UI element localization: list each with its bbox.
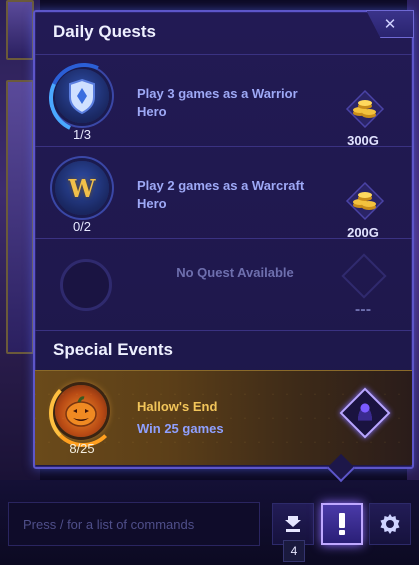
portrait-silhouette: [356, 402, 374, 421]
close-icon[interactable]: ✕: [384, 15, 397, 33]
quest-description: Play 3 games as a Warrior Hero: [137, 86, 298, 119]
download-arrow-icon: [285, 516, 301, 532]
gold-coins-icon: [345, 181, 385, 221]
special-event-row[interactable]: 8/25 Hallow's End Win 25 games: [35, 370, 412, 465]
portrait-reward-icon: [339, 387, 391, 439]
jack-o-lantern-icon: [49, 379, 117, 447]
background-frame: [6, 80, 34, 354]
warcraft-glyph: W: [68, 173, 96, 203]
settings-button[interactable]: [369, 503, 411, 545]
exclamation-icon: [339, 513, 345, 535]
no-quest-label: No Quest Available: [176, 265, 294, 280]
divider: [35, 330, 412, 331]
quest-progress: 0/2: [72, 219, 92, 234]
progress-arc: [49, 379, 117, 447]
gear-icon: [380, 514, 400, 534]
event-progress: 8/25: [69, 441, 95, 456]
background-frame: [6, 0, 34, 60]
event-description: Win 25 games: [137, 421, 224, 436]
quest-row[interactable]: W 0/2 Play 2 games as a Warcraft Hero 20…: [35, 147, 412, 240]
warcraft-w-icon: W: [55, 161, 109, 215]
warrior-shield-icon: [39, 53, 129, 143]
download-button[interactable]: [272, 503, 314, 545]
chat-input[interactable]: [8, 502, 260, 546]
quest-description: Play 2 games as a Warcraft Hero: [137, 178, 305, 211]
close-button[interactable]: ✕: [366, 10, 414, 38]
empty-quest-slot: [60, 259, 112, 311]
download-count-badge: 4: [283, 540, 305, 562]
quest-panel: ✕ Daily Quests 1/3 Play 3 games as a War…: [33, 10, 414, 469]
daily-quests-title: Daily Quests: [53, 22, 156, 41]
empty-reward-label: ---: [354, 303, 372, 318]
special-events-title: Special Events: [53, 340, 174, 359]
empty-reward-icon: [341, 253, 387, 299]
gold-coins-icon: [345, 89, 385, 129]
empty-quest-row: No Quest Available ---: [35, 239, 412, 331]
pumpkin-glyph: [65, 396, 97, 427]
event-title: Hallow's End: [137, 399, 218, 414]
quests-button[interactable]: [321, 503, 363, 545]
quest-progress: 1/3: [72, 127, 92, 142]
quest-row[interactable]: 1/3 Play 3 games as a Warrior Hero 300G: [35, 53, 412, 148]
